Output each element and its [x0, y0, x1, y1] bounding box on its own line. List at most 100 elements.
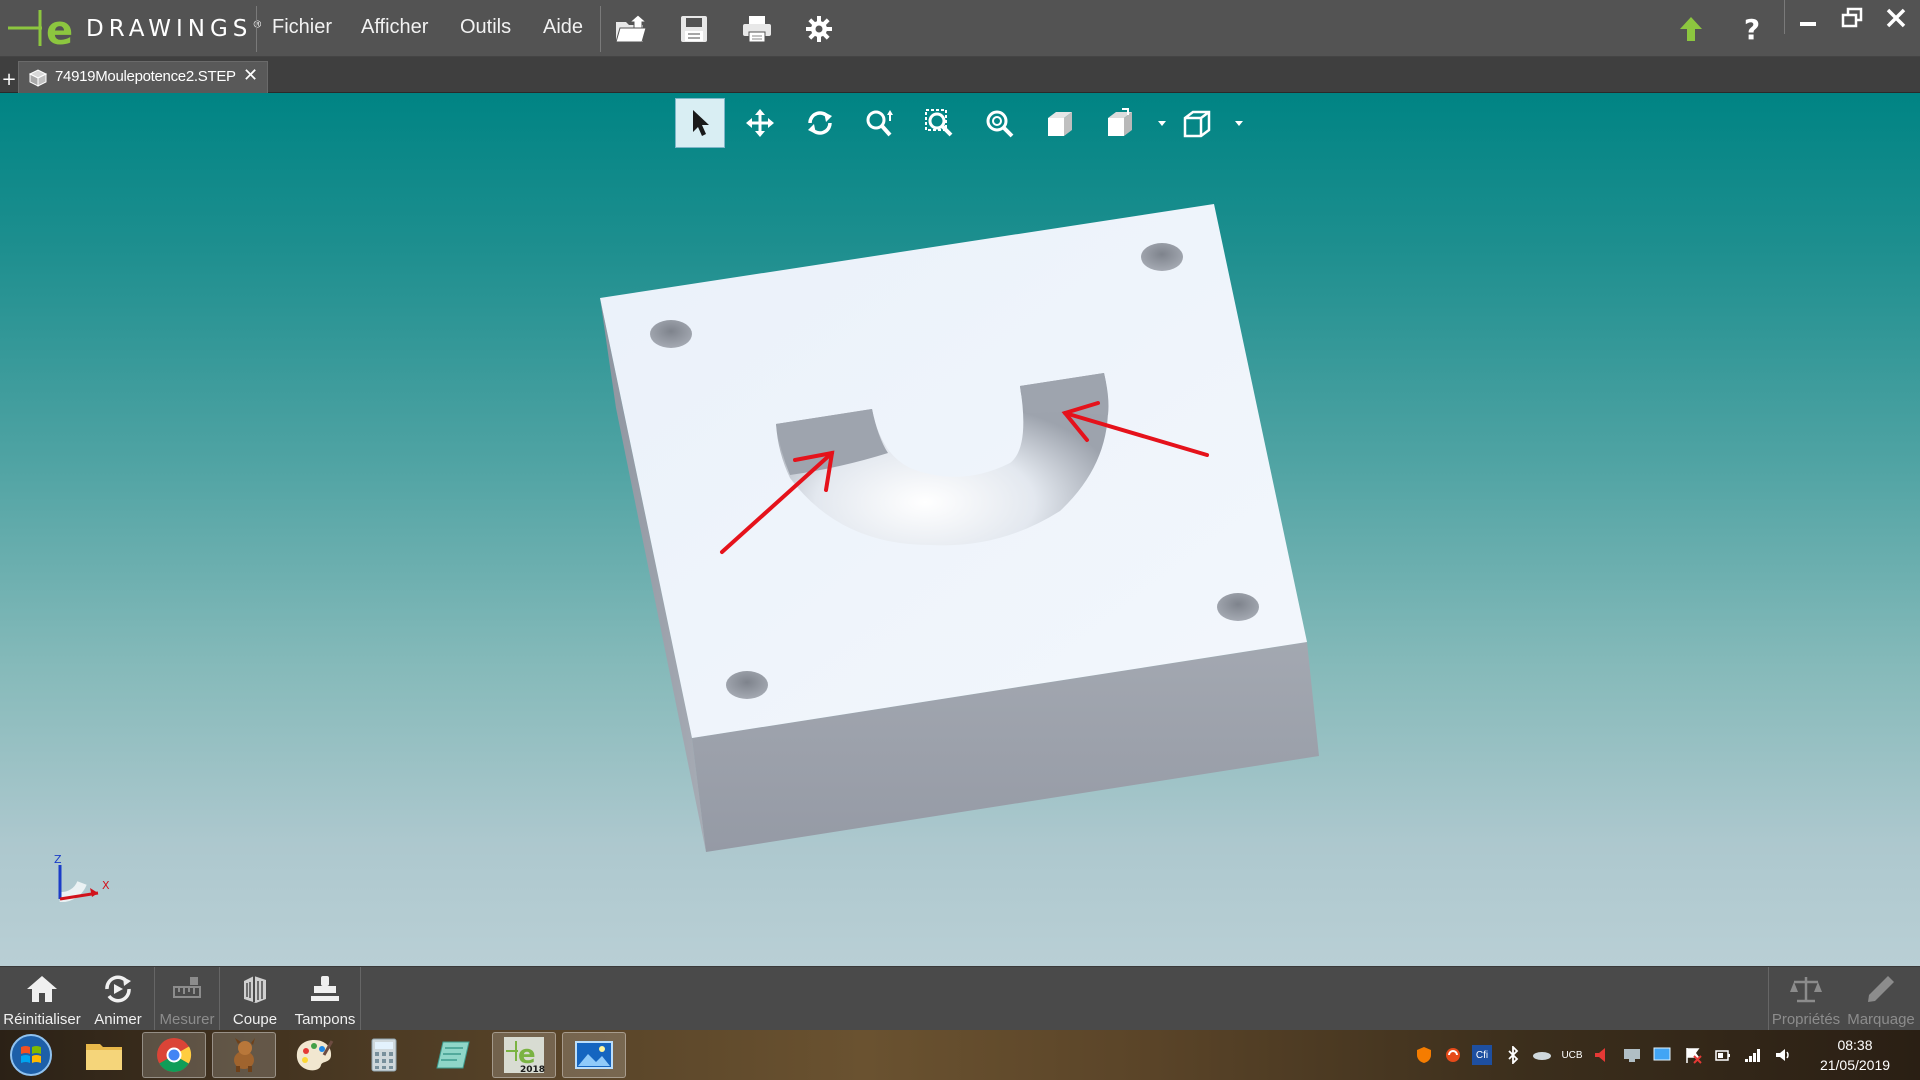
minimize-button[interactable] [1788, 2, 1828, 34]
settings-gear-icon [806, 16, 832, 42]
edrawings-version-badge: 2018 [520, 1065, 545, 1075]
taskbar-notes[interactable] [422, 1032, 486, 1078]
taskbar-photo-viewer[interactable] [562, 1032, 626, 1078]
measure-label: Mesurer [159, 1011, 215, 1028]
tray-bluetooth-icon[interactable] [1503, 1045, 1523, 1065]
markup-label: Marquage [1847, 1011, 1915, 1028]
animate-icon [105, 975, 131, 1003]
settings-button[interactable] [800, 10, 838, 48]
stamps-label: Tampons [294, 1011, 356, 1028]
display-style-dropdown[interactable] [1233, 118, 1245, 130]
tray-battery-icon[interactable] [1713, 1045, 1733, 1065]
display-style-button[interactable] [1172, 98, 1222, 148]
select-icon [693, 110, 709, 136]
restore-button[interactable] [1832, 2, 1872, 34]
document-tab-strip: + 74919Moulepotence2.STEP ✕ [0, 57, 1920, 93]
update-arrow-icon [1680, 17, 1702, 41]
windows-taskbar: e 2018 Cfi UCB 08:38 21/05/2019 [0, 1030, 1920, 1080]
separator [219, 967, 220, 1031]
pan-tool-button[interactable] [735, 98, 785, 148]
zoom-to-fit-button[interactable] [975, 98, 1025, 148]
save-button[interactable] [675, 10, 713, 48]
start-button[interactable] [8, 1033, 54, 1077]
taskbar-paint[interactable] [282, 1032, 346, 1078]
standard-views-button[interactable] [1095, 98, 1145, 148]
zoom-tool-button[interactable] [855, 98, 905, 148]
stamps-button[interactable]: Tampons [290, 967, 360, 1031]
open-button[interactable] [612, 10, 650, 48]
view-toolbar [672, 98, 1252, 150]
tray-wifi-signal-icon[interactable] [1743, 1045, 1763, 1065]
model-graphics[interactable] [0, 93, 1920, 966]
help-button[interactable]: ? [1733, 10, 1771, 48]
menu-outils[interactable]: Outils [460, 16, 511, 39]
tray-ucb-icon[interactable]: UCB [1561, 1045, 1582, 1065]
tray-speaker-red-icon[interactable] [1591, 1045, 1611, 1065]
open-icon [615, 14, 648, 43]
measure-icon [173, 977, 201, 998]
menu-afficher[interactable]: Afficher [361, 16, 428, 39]
save-icon [681, 16, 707, 42]
section-button[interactable]: Coupe [222, 967, 288, 1031]
corner-hole [1217, 593, 1259, 621]
tray-network-drive-icon[interactable] [1532, 1045, 1552, 1065]
reset-label: Réinitialiser [3, 1011, 81, 1028]
taskbar-clock[interactable]: 08:38 21/05/2019 [1800, 1035, 1910, 1075]
zoom-to-area-button[interactable] [915, 98, 965, 148]
corner-hole [1141, 243, 1183, 271]
tray-cfi-icon[interactable]: Cfi [1472, 1045, 1492, 1065]
separator [600, 6, 601, 52]
tray-monitor-icon[interactable] [1652, 1045, 1672, 1065]
menu-aide[interactable]: Aide [543, 16, 583, 39]
model-top-face [600, 204, 1307, 738]
tray-flag-icon[interactable] [1683, 1045, 1703, 1065]
standard-views-dropdown[interactable] [1156, 118, 1168, 130]
tray-shield-icon[interactable] [1414, 1045, 1434, 1065]
measure-button[interactable]: Mesurer [156, 967, 218, 1031]
update-button[interactable] [1672, 10, 1710, 48]
shaded-view-button[interactable] [1035, 98, 1085, 148]
pan-icon [746, 109, 774, 137]
model-viewport[interactable]: Z X [0, 93, 1920, 966]
animate-button[interactable]: Animer [84, 967, 152, 1031]
explorer-icon [86, 1044, 122, 1070]
properties-button[interactable]: Propriétés [1770, 967, 1842, 1031]
tray-display-icon[interactable] [1622, 1045, 1642, 1065]
close-window-button[interactable] [1876, 2, 1916, 34]
properties-scale-icon [1790, 977, 1822, 1003]
menu-fichier[interactable]: Fichier [272, 16, 332, 39]
logo-mark-icon: e [8, 8, 73, 54]
axis-triad: Z X [48, 853, 118, 913]
home-icon [27, 976, 57, 1002]
tab-label: 74919Moulepotence2.STEP [55, 68, 236, 85]
zoom-to-area-icon [925, 109, 953, 137]
separator [360, 967, 361, 1031]
rotate-tool-button[interactable] [795, 98, 845, 148]
taskbar-explorer[interactable] [72, 1032, 136, 1078]
select-tool-button[interactable] [675, 98, 725, 148]
reset-button[interactable]: Réinitialiser [2, 967, 82, 1031]
triad-icon: Z X [54, 853, 110, 903]
corner-hole [650, 320, 692, 348]
calculator-icon [371, 1038, 397, 1072]
logo-letter: e [46, 8, 73, 52]
clock-time: 08:38 [1837, 1037, 1873, 1053]
taskbar-edrawings[interactable]: e 2018 [492, 1032, 556, 1078]
logo-name: DRAWINGS [86, 16, 253, 42]
tray-volume-icon[interactable] [1773, 1045, 1793, 1065]
markup-button[interactable]: Marquage [1844, 967, 1918, 1031]
tab-74919moulepotence2[interactable]: 74919Moulepotence2.STEP ✕ [18, 61, 268, 93]
print-button[interactable] [738, 10, 776, 48]
logo-registered: ® [252, 19, 263, 31]
properties-label: Propriétés [1771, 1011, 1841, 1028]
tab-close-button[interactable]: ✕ [243, 65, 258, 86]
tray-sync-icon[interactable] [1443, 1045, 1463, 1065]
separator [1784, 0, 1785, 34]
taskbar-calculator[interactable] [352, 1032, 416, 1078]
taskbar-chrome[interactable] [142, 1032, 206, 1078]
new-tab-button[interactable]: + [1, 69, 17, 91]
shaded-view-icon [1048, 112, 1072, 136]
edrawings-icon: e 2018 [504, 1037, 545, 1075]
taskbar-dog-app[interactable] [212, 1032, 276, 1078]
zoom-to-fit-icon [986, 110, 1014, 138]
